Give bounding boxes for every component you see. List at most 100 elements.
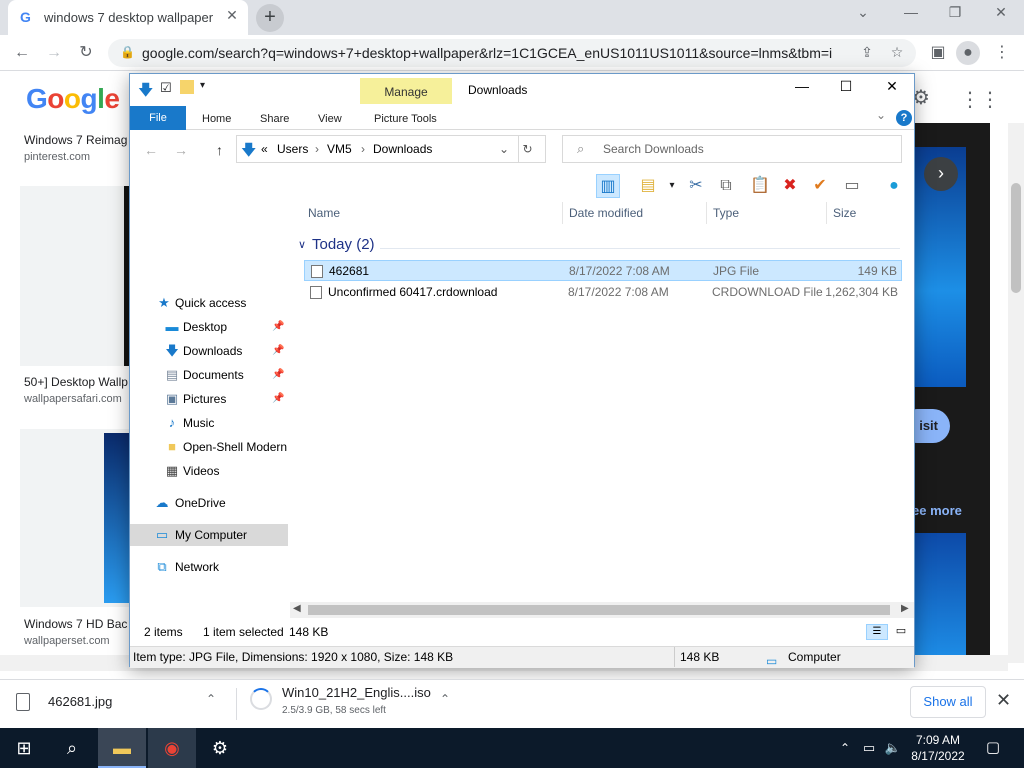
show-hidden-icons-icon[interactable]: ⌃ [834, 728, 856, 768]
explorer-address-bar[interactable]: 🡇 « Users › VM5 › Downloads ⌄ [236, 135, 546, 163]
refresh-icon[interactable]: ↻ [518, 136, 536, 162]
pin-icon[interactable]: 📌 [272, 316, 284, 338]
share-icon[interactable]: ⇪ [858, 44, 876, 61]
reload-icon[interactable]: ↻ [74, 41, 98, 65]
scroll-thumb[interactable] [1011, 183, 1021, 293]
pin-icon[interactable]: 📌 [272, 340, 284, 362]
quick-access-dropdown-icon[interactable]: ▾ [200, 80, 205, 91]
column-divider[interactable] [826, 202, 827, 224]
explorer-minimize-button[interactable]: — [782, 78, 822, 100]
help-icon[interactable]: ? [896, 110, 912, 126]
file-row[interactable]: 462681 8/17/2022 7:08 AM JPG File 149 KB [304, 260, 902, 281]
up-folder-icon[interactable]: ↑ [216, 142, 223, 158]
page-vertical-scrollbar[interactable] [1008, 123, 1024, 663]
address-bar[interactable]: 🔒 google.com/search?q=windows+7+desktop+… [108, 39, 916, 67]
next-arrow-button[interactable]: › [924, 157, 958, 191]
nav-item-pictures[interactable]: ▣ Pictures 📌 [130, 388, 288, 410]
download-options-icon[interactable]: ⌃ [440, 692, 450, 706]
nav-item-downloads[interactable]: 🡇 Downloads 📌 [130, 340, 288, 362]
start-windows-icon[interactable]: ⊞ [0, 728, 48, 768]
nav-item-music[interactable]: ♪ Music [130, 412, 288, 434]
tab-view[interactable]: View [304, 108, 356, 130]
result-title[interactable]: 50+] Desktop Wallp [24, 375, 134, 389]
down-arrow-icon[interactable]: 🡇 [138, 80, 153, 105]
pin-icon[interactable]: 📌 [272, 388, 284, 410]
column-header-size[interactable]: Size [833, 206, 856, 220]
download-item[interactable]: Win10_21H2_Englis....iso 2.5/3.9 GB, 58 … [236, 680, 468, 728]
explorer-back-icon[interactable]: ← [144, 142, 158, 158]
menu-kebab-icon[interactable]: ⋮ [990, 41, 1014, 65]
settings-gear-icon[interactable]: ⚙ [196, 728, 244, 768]
nav-item-quick-access[interactable]: ★ Quick access [130, 292, 288, 314]
network-globe-icon[interactable]: ● [882, 174, 906, 198]
back-icon[interactable]: ← [10, 41, 34, 65]
result-title[interactable]: Windows 7 Reimag [24, 133, 134, 147]
nav-item-documents[interactable]: ▤ Documents 📌 [130, 364, 288, 386]
breadcrumb-downloads[interactable]: Downloads [373, 142, 432, 156]
notifications-icon[interactable]: ▢ [978, 728, 1008, 768]
file-explorer-icon[interactable]: ▬ [98, 728, 146, 768]
rename-icon[interactable]: ▭ [840, 174, 864, 198]
tab-share[interactable]: Share [246, 108, 303, 130]
column-divider[interactable] [562, 202, 563, 224]
file-row[interactable]: Unconfirmed 60417.crdownload 8/17/2022 7… [304, 282, 902, 303]
new-folder-icon[interactable]: ▤ [636, 174, 660, 198]
preview-panel[interactable] [914, 123, 990, 663]
column-header-name[interactable]: Name [308, 206, 340, 220]
preview-pane-icon[interactable]: ▥ [596, 174, 620, 198]
restore-button[interactable]: ❐ [940, 4, 970, 28]
file-list-horizontal-scrollbar[interactable]: ◀ ▶ [290, 602, 914, 618]
close-window-button[interactable]: ✕ [986, 4, 1016, 28]
apps-grid-icon[interactable]: ⋮⋮ [960, 87, 1000, 112]
delete-icon[interactable]: ✖ [778, 174, 802, 198]
lock-icon[interactable]: 🔒 [120, 45, 135, 59]
nav-item-desktop[interactable]: ▬ Desktop 📌 [130, 316, 288, 338]
paste-icon[interactable]: 📋 [748, 174, 772, 198]
network-tray-icon[interactable]: ▭ [858, 728, 880, 768]
nav-item-onedrive[interactable]: ☁ OneDrive [130, 492, 288, 514]
scroll-right-icon[interactable]: ▶ [901, 603, 909, 614]
breadcrumb-vm5[interactable]: VM5 [327, 142, 352, 156]
download-item[interactable]: 462681.jpg ⌃ [0, 680, 236, 728]
properties-check-icon[interactable]: ✔ [808, 174, 832, 198]
new-tab-button[interactable]: + [256, 4, 284, 32]
nav-item-my-computer[interactable]: ▭ My Computer [130, 524, 288, 546]
group-collapse-icon[interactable]: ∨ [298, 238, 306, 251]
profile-avatar[interactable]: ● [956, 41, 980, 65]
see-more-link[interactable]: ee more [912, 503, 962, 518]
tab-search-icon[interactable]: ⌄ [848, 4, 878, 28]
copy-icon[interactable]: ⧉ [714, 174, 738, 198]
large-icons-view-icon[interactable]: ▭ [892, 624, 910, 640]
bookmark-star-icon[interactable]: ☆ [888, 44, 906, 61]
tab-close-icon[interactable]: ✕ [222, 7, 242, 27]
download-options-icon[interactable]: ⌃ [206, 692, 216, 706]
nav-item-network[interactable]: ⧉ Network [130, 556, 288, 578]
google-logo[interactable]: Google [26, 83, 120, 115]
folder-icon[interactable] [180, 80, 194, 94]
scroll-left-icon[interactable]: ◀ [293, 603, 301, 614]
cut-icon[interactable]: ✂ [684, 174, 708, 198]
explorer-close-button[interactable]: ✕ [872, 78, 912, 100]
tab-picture-tools[interactable]: Picture Tools [360, 108, 451, 130]
scroll-thumb[interactable] [308, 605, 890, 615]
forward-icon[interactable]: → [42, 41, 66, 65]
tab-home[interactable]: Home [188, 108, 245, 130]
url-text[interactable]: google.com/search?q=windows+7+desktop+wa… [142, 45, 832, 61]
chrome-icon[interactable]: ◉ [148, 728, 196, 768]
result-title[interactable]: Windows 7 HD Bac [24, 617, 134, 631]
explorer-maximize-button[interactable]: ☐ [826, 78, 866, 100]
explorer-titlebar[interactable]: 🡇 ☑ ▾ Manage Downloads — ☐ ✕ [130, 74, 914, 106]
search-icon[interactable]: ⌕ [48, 728, 96, 768]
nav-item-open-shell[interactable]: ■ Open-Shell Modern [130, 436, 288, 458]
explorer-search-box[interactable]: ⌕ Search Downloads [562, 135, 902, 163]
properties-icon[interactable]: ☑ [160, 80, 172, 96]
folder-options-dropdown-icon[interactable]: ▾ [660, 174, 684, 198]
column-header-date[interactable]: Date modified [569, 206, 643, 220]
pin-icon[interactable]: 📌 [272, 364, 284, 386]
side-panel-icon[interactable]: ▣ [926, 41, 950, 65]
column-header-type[interactable]: Type [713, 206, 739, 220]
explorer-forward-icon[interactable]: → [174, 142, 188, 158]
show-all-button[interactable]: Show all [910, 686, 986, 718]
manage-context-tab[interactable]: Manage [360, 78, 452, 106]
close-downloads-bar-icon[interactable]: ✕ [996, 690, 1011, 711]
